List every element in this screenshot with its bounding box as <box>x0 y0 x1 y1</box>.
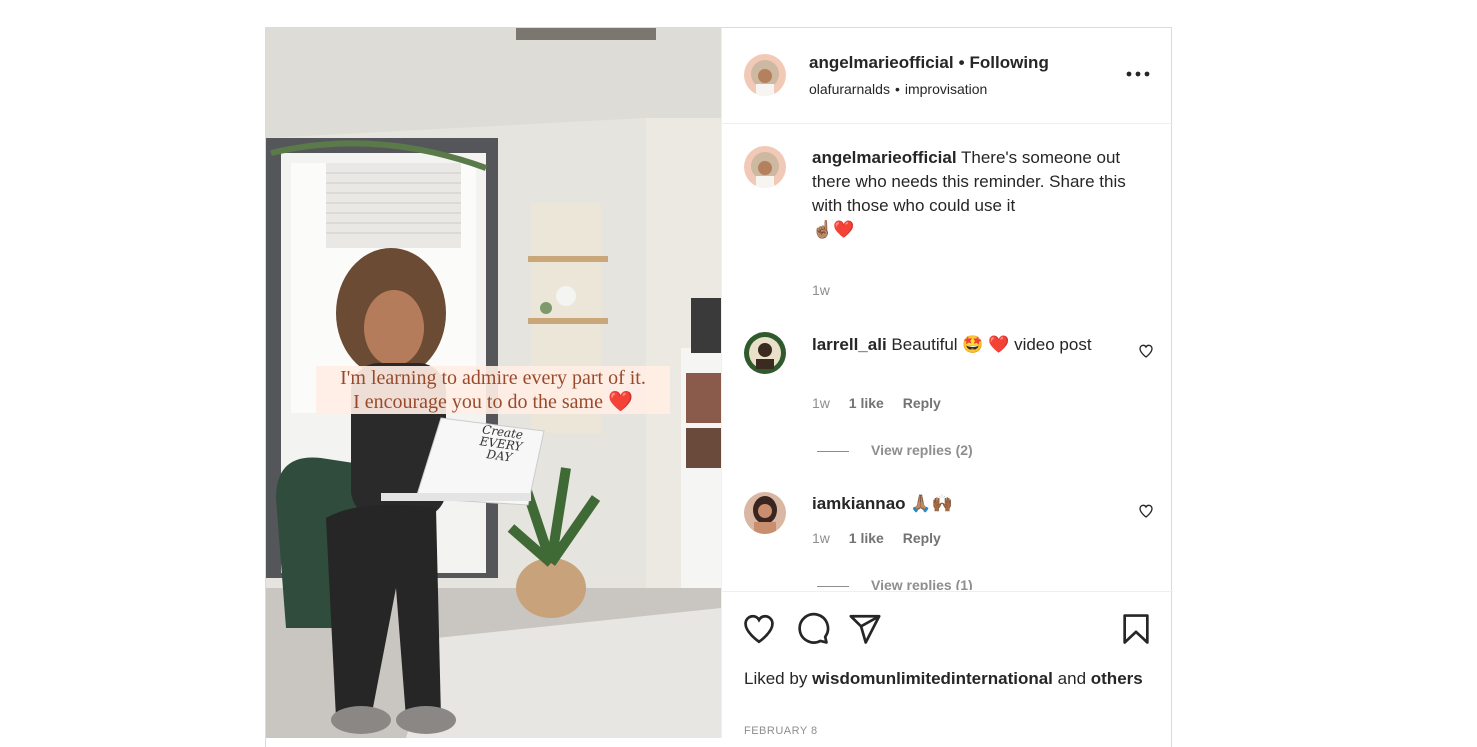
comment-avatar[interactable] <box>744 332 786 374</box>
comment-time: 1w <box>812 530 830 546</box>
comment-reply-button[interactable]: Reply <box>903 395 941 411</box>
comment-username[interactable]: larrell_ali <box>812 335 887 354</box>
comment-likes-link[interactable]: 1 like <box>849 395 884 411</box>
comment-text: iamkiannao 🙏🏽🙌🏾 <box>812 492 1112 516</box>
post-actions: Liked by wisdomunlimitedinternational an… <box>722 591 1173 739</box>
post-media[interactable]: Create EVERY DAY I'm learning to admire … <box>266 28 721 738</box>
comment-likes-link[interactable]: 1 like <box>849 530 884 546</box>
likes-others-link[interactable]: others <box>1091 669 1143 688</box>
post-sidebar: angelmarieofficial • Following olafurarnal… <box>721 28 1173 738</box>
overlay-line-2: I encourage you to do the same ❤️ <box>353 391 633 413</box>
comment-meta: 1w 1 like Reply <box>812 530 956 546</box>
caption-time: 1w <box>812 282 830 298</box>
caption-emojis: ☝🏽❤️ <box>812 220 855 240</box>
author-line: angelmarieofficial • Following <box>809 53 1049 73</box>
following-button[interactable]: Following <box>970 53 1049 72</box>
comment-like-heart-icon[interactable] <box>1138 503 1154 519</box>
replies-divider <box>817 450 849 452</box>
caption-username[interactable]: angelmarieofficial <box>812 148 957 167</box>
author-username[interactable]: angelmarieofficial <box>809 53 954 72</box>
comments-section[interactable]: angelmarieofficial There's someone out t… <box>722 124 1173 590</box>
likes-prefix: Liked by <box>744 669 808 688</box>
more-icon[interactable] <box>1125 69 1151 79</box>
comment-body: Beautiful 🤩 ❤️ video post <box>891 335 1092 354</box>
comment-meta: 1w 1 like Reply <box>812 395 956 411</box>
view-replies-button[interactable]: View replies (2) <box>817 442 973 458</box>
post-date[interactable]: FEBRUARY 8 <box>744 725 818 737</box>
comment-username[interactable]: iamkiannao <box>812 494 906 513</box>
comment-time: 1w <box>812 395 830 411</box>
replies-divider <box>817 585 849 587</box>
post-card: Create EVERY DAY I'm learning to admire … <box>265 27 1173 747</box>
caption-avatar[interactable] <box>744 146 786 188</box>
comment-avatar[interactable] <box>744 492 786 534</box>
audio-track-link[interactable]: improvisation <box>905 81 987 97</box>
author-avatar[interactable] <box>744 54 786 96</box>
audio-line: olafurarnalds • improvisation <box>809 81 987 97</box>
likes-user-link[interactable]: wisdomunlimitedinternational <box>812 669 1053 688</box>
likes-summary: Liked by wisdomunlimitedinternational an… <box>744 666 1144 691</box>
comment-text: larrell_ali Beautiful 🤩 ❤️ video post <box>812 333 1112 357</box>
share-icon[interactable] <box>848 612 882 646</box>
view-replies-button[interactable]: View replies (1) <box>817 577 973 590</box>
overlay-line-1: I'm learning to admire every part of it. <box>340 367 646 389</box>
comment-body: 🙏🏽🙌🏾 <box>910 494 953 514</box>
audio-separator: • <box>894 81 900 97</box>
bookmark-icon[interactable] <box>1119 612 1153 646</box>
caption-text: angelmarieofficial There's someone out t… <box>812 146 1142 242</box>
likes-and: and <box>1057 669 1087 688</box>
audio-artist-link[interactable]: olafurarnalds <box>809 81 890 97</box>
comment-like-heart-icon[interactable] <box>1138 343 1154 359</box>
view-replies-label: View replies (1) <box>871 577 973 590</box>
comment-icon[interactable] <box>796 612 830 646</box>
caption-meta: 1w <box>812 282 845 298</box>
comment-reply-button[interactable]: Reply <box>903 530 941 546</box>
media-caption-overlay: I'm learning to admire every part of it.… <box>316 366 670 414</box>
post-header: angelmarieofficial • Following olafurarnal… <box>722 28 1173 124</box>
view-replies-label: View replies (2) <box>871 442 973 458</box>
header-separator: • <box>958 53 965 72</box>
heart-icon[interactable] <box>742 612 776 646</box>
